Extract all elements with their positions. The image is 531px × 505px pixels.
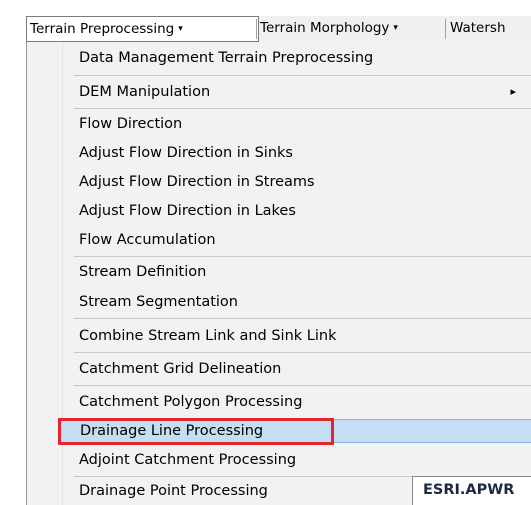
- menu-separator: [74, 385, 531, 386]
- menu-separator: [74, 352, 531, 353]
- menu-item-catchment-grid[interactable]: Catchment Grid Delineation: [63, 357, 531, 381]
- menu-bar: Terrain Preprocessing ▾ Terrain Morpholo…: [26, 16, 531, 43]
- chevron-down-icon: ▾: [178, 24, 183, 34]
- menu-terrain-preprocessing-label: Terrain Preprocessing: [30, 21, 175, 37]
- menu-item-label: Data Management Terrain Preprocessing: [79, 50, 374, 66]
- menu-item-data-management[interactable]: Data Management Terrain Preprocessing: [63, 46, 531, 70]
- menu-separator: [74, 108, 531, 109]
- menu-item-label: Flow Direction: [79, 116, 183, 132]
- menu-item-combine-stream-link[interactable]: Combine Stream Link and Sink Link: [63, 324, 531, 348]
- menu-separator: [256, 19, 257, 39]
- menu-item-label: Stream Definition: [79, 264, 207, 280]
- menu-terrain-morphology-label: Terrain Morphology: [260, 20, 390, 36]
- menu-item-label: Drainage Point Processing: [79, 483, 268, 499]
- menu-separator: [74, 256, 531, 257]
- menu-item-label: Adjoint Catchment Processing: [79, 452, 297, 468]
- menu-watershed-label: Watersh: [450, 20, 506, 36]
- menu-item-label: Stream Segmentation: [79, 294, 238, 310]
- menu-item-label: Adjust Flow Direction in Streams: [79, 174, 315, 190]
- menu-terrain-morphology[interactable]: Terrain Morphology ▾: [260, 16, 400, 40]
- menu-item-adjust-flow-streams[interactable]: Adjust Flow Direction in Streams: [63, 170, 531, 194]
- menu-item-adjoint-catchment[interactable]: Adjoint Catchment Processing: [63, 448, 531, 472]
- menu-separator: [445, 19, 446, 39]
- menu-item-label: Catchment Grid Delineation: [79, 361, 282, 377]
- menu-watershed[interactable]: Watersh: [450, 16, 506, 40]
- menu-separator: [74, 318, 531, 319]
- menu-item-label: DEM Manipulation: [79, 84, 211, 100]
- menu-item-label: Combine Stream Link and Sink Link: [79, 328, 337, 344]
- menu-item-label: Adjust Flow Direction in Lakes: [79, 203, 296, 219]
- menu-item-label: Flow Accumulation: [79, 232, 216, 248]
- menu-item-stream-segmentation[interactable]: Stream Segmentation: [63, 290, 531, 314]
- chevron-down-icon: ▾: [393, 23, 398, 33]
- submenu-arrow-icon: ▸: [510, 85, 516, 98]
- menu-item-flow-accumulation[interactable]: Flow Accumulation: [63, 228, 531, 252]
- menu-separator: [74, 75, 531, 76]
- tooltip: ESRI.APWR: [412, 476, 531, 505]
- menu-item-adjust-flow-lakes[interactable]: Adjust Flow Direction in Lakes: [63, 199, 531, 223]
- menu-item-catchment-polygon[interactable]: Catchment Polygon Processing: [63, 390, 531, 414]
- menu-item-label: Adjust Flow Direction in Sinks: [79, 145, 293, 161]
- menu-item-stream-definition[interactable]: Stream Definition: [63, 260, 531, 284]
- menu-item-flow-direction[interactable]: Flow Direction: [63, 112, 531, 136]
- tooltip-title: ESRI.APWR: [423, 482, 515, 498]
- menu-item-dem-manipulation[interactable]: DEM Manipulation ▸: [63, 80, 531, 104]
- menu-terrain-preprocessing[interactable]: Terrain Preprocessing ▾: [26, 16, 259, 42]
- annotation-highlight-box: [58, 418, 334, 445]
- menu-item-label: Catchment Polygon Processing: [79, 394, 303, 410]
- menu-item-adjust-flow-sinks[interactable]: Adjust Flow Direction in Sinks: [63, 141, 531, 165]
